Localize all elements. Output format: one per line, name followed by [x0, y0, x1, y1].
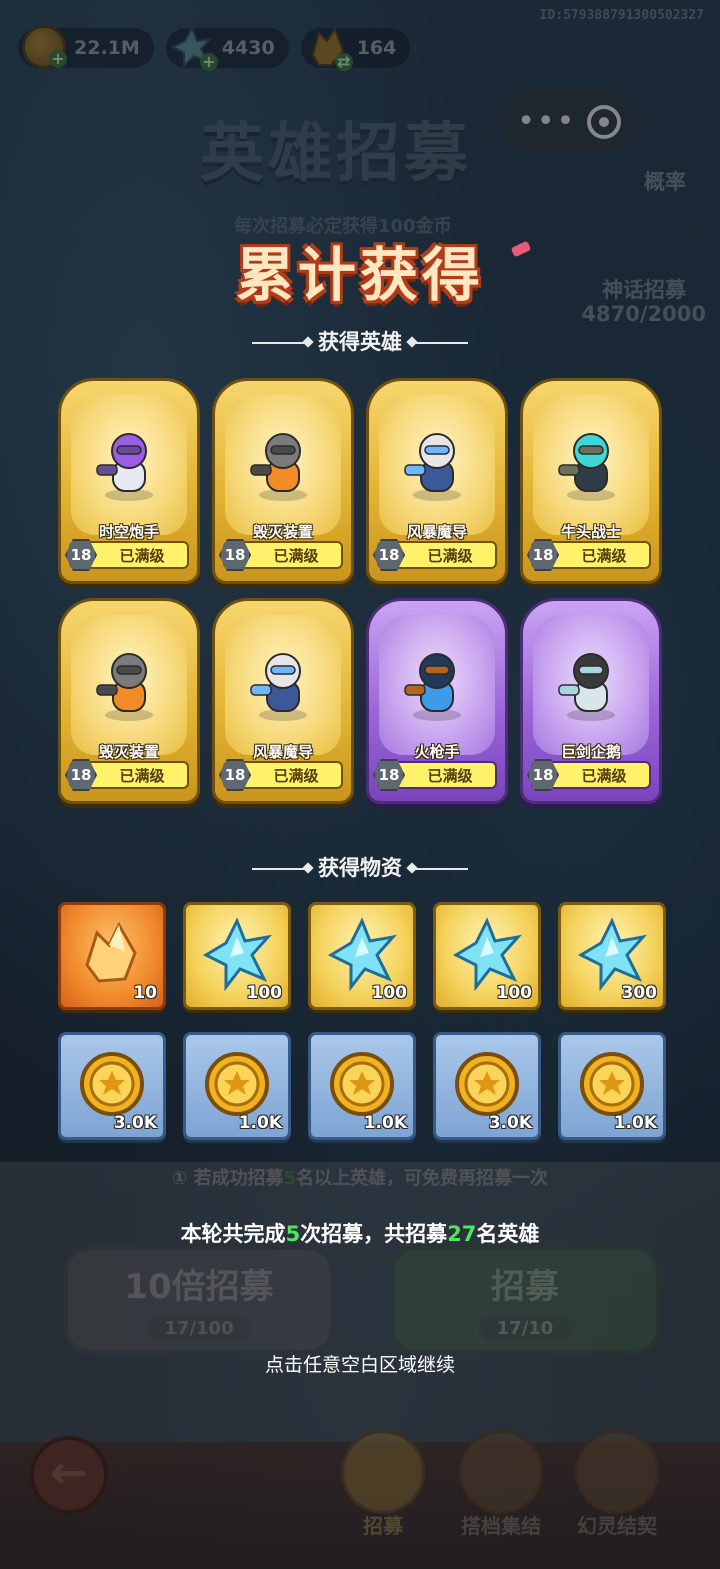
reward-item[interactable]: 100 [308, 902, 416, 1010]
hero-portrait-frame: 毁灭装置 [225, 395, 341, 541]
reward-quantity: 300 [621, 983, 658, 1003]
reward-quantity: 1.0K [613, 1113, 657, 1133]
hero-portrait-frame: 巨剑企鹅 [533, 615, 649, 761]
hero-card[interactable]: 火枪手 18 已满级 [366, 598, 508, 804]
hero-portrait [549, 421, 633, 505]
reward-quantity: 1.0K [363, 1113, 407, 1133]
gold-coin-icon [75, 1047, 149, 1121]
reward-quantity: 100 [371, 983, 408, 1003]
hero-max-status: 已满级 [581, 766, 627, 785]
reward-item[interactable]: 100 [183, 902, 291, 1010]
hero-level-bar: 18 已满级 [373, 539, 497, 571]
hero-name: 牛头战士 [560, 523, 621, 541]
hero-portrait [549, 641, 633, 725]
reward-quantity: 3.0K [113, 1113, 157, 1133]
hero-portrait [87, 421, 171, 505]
hero-name: 巨剑企鹅 [560, 743, 621, 761]
hero-portrait [395, 421, 479, 505]
reward-item[interactable]: 3.0K [58, 1032, 166, 1140]
gold-coin-icon [200, 1047, 274, 1121]
blue-crystal-icon [200, 917, 274, 992]
hero-portrait-frame: 火枪手 [379, 615, 495, 761]
reward-item[interactable]: 1.0K [558, 1032, 666, 1140]
items-section-title: 获得物资 [0, 852, 720, 882]
heroes-section-title: 获得英雄 [0, 326, 720, 356]
hero-max-status: 已满级 [273, 766, 319, 785]
hero-level-badge: 18 [65, 759, 97, 791]
hero-portrait-frame: 牛头战士 [533, 395, 649, 541]
hero-name: 风暴魔导 [252, 743, 313, 761]
blue-crystal-icon [575, 917, 649, 992]
orange-crystal-icon [75, 917, 149, 991]
hero-name: 毁灭装置 [252, 523, 313, 541]
reward-item[interactable]: 1.0K [183, 1032, 291, 1140]
hero-card[interactable]: 风暴魔导 18 已满级 [212, 598, 354, 804]
hero-max-status: 已满级 [119, 546, 165, 565]
hero-portrait [395, 641, 479, 725]
hero-max-status: 已满级 [427, 546, 473, 565]
hero-grid: 时空炮手 18 已满级 毁灭装置 18 已满级 风暴魔导 18 已满级 牛头战士… [58, 378, 664, 804]
hero-max-status: 已满级 [581, 546, 627, 565]
hero-name: 火枪手 [414, 743, 460, 761]
hero-level-badge: 18 [219, 539, 251, 571]
hero-name: 毁灭装置 [98, 743, 159, 761]
reward-item[interactable]: 1.0K [308, 1032, 416, 1140]
hero-level-badge: 18 [219, 759, 251, 791]
hero-max-status: 已满级 [119, 766, 165, 785]
blue-crystal-icon [450, 917, 524, 992]
hero-level-bar: 18 已满级 [219, 539, 343, 571]
hero-name: 风暴魔导 [406, 523, 467, 541]
hero-card[interactable]: 毁灭装置 18 已满级 [212, 378, 354, 584]
hero-portrait-frame: 毁灭装置 [71, 615, 187, 761]
reward-quantity: 100 [496, 983, 533, 1003]
item-row-1: 10 100 100 100 300 [58, 902, 666, 1010]
reward-item[interactable]: 10 [58, 902, 166, 1010]
recruit-summary: 本轮共完成5次招募，共招募27名英雄 [180, 1222, 540, 1246]
hero-card[interactable]: 时空炮手 18 已满级 [58, 378, 200, 584]
gold-coin-icon [325, 1047, 399, 1121]
hero-portrait [241, 641, 325, 725]
hero-level-badge: 18 [65, 539, 97, 571]
hero-portrait-frame: 风暴魔导 [225, 615, 341, 761]
reward-quantity: 3.0K [488, 1113, 532, 1133]
hero-card[interactable]: 毁灭装置 18 已满级 [58, 598, 200, 804]
hero-level-bar: 18 已满级 [65, 539, 189, 571]
hero-card[interactable]: 牛头战士 18 已满级 [520, 378, 662, 584]
item-row-2: 3.0K 1.0K 1.0K 3.0K 1.0K [58, 1032, 666, 1140]
reward-quantity: 1.0K [238, 1113, 282, 1133]
hero-name: 时空炮手 [98, 523, 159, 541]
reward-quantity: 100 [246, 983, 283, 1003]
hero-portrait-frame: 时空炮手 [71, 395, 187, 541]
hero-portrait [87, 641, 171, 725]
hero-max-status: 已满级 [273, 546, 319, 565]
hero-card[interactable]: 巨剑企鹅 18 已满级 [520, 598, 662, 804]
hero-level-bar: 18 已满级 [219, 759, 343, 791]
hero-level-bar: 18 已满级 [527, 759, 651, 791]
blue-crystal-icon [325, 917, 399, 992]
hero-level-badge: 18 [527, 539, 559, 571]
hero-level-bar: 18 已满级 [527, 539, 651, 571]
reward-quantity: 10 [133, 983, 157, 1003]
hero-level-badge: 18 [373, 759, 405, 791]
gold-coin-icon [450, 1047, 524, 1121]
reward-item[interactable]: 100 [433, 902, 541, 1010]
hero-level-bar: 18 已满级 [373, 759, 497, 791]
continue-hint[interactable]: 点击任意空白区域继续 [0, 1350, 720, 1377]
reward-item[interactable]: 300 [558, 902, 666, 1010]
gold-coin-icon [575, 1047, 649, 1121]
modal-title: 累计获得 [235, 241, 484, 309]
hero-max-status: 已满级 [427, 766, 473, 785]
hero-level-badge: 18 [527, 759, 559, 791]
hero-card[interactable]: 风暴魔导 18 已满级 [366, 378, 508, 584]
hero-portrait [241, 421, 325, 505]
hero-level-badge: 18 [373, 539, 405, 571]
hero-portrait-frame: 风暴魔导 [379, 395, 495, 541]
hero-level-bar: 18 已满级 [65, 759, 189, 791]
reward-item[interactable]: 3.0K [433, 1032, 541, 1140]
